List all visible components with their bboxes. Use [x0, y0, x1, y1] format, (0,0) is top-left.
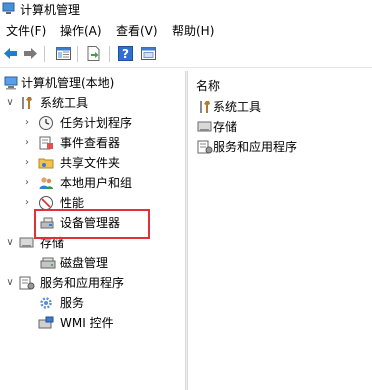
results-pane[interactable]: 名称 系统工具 存储 服务和应用程序 [188, 71, 372, 390]
tree-item-shared-folders[interactable]: › 共享文件夹 [0, 153, 185, 173]
menu-file[interactable]: 文件(F) [6, 22, 46, 39]
tree-item-services[interactable]: 服务 [0, 293, 185, 313]
storage-icon [197, 121, 212, 132]
tree-item-task-scheduler[interactable]: › 任务计划程序 [0, 113, 185, 133]
chevron-right-icon[interactable]: › [22, 133, 32, 153]
window-title: 计算机管理 [20, 3, 81, 17]
gear-icon [40, 297, 52, 309]
storage-icon [19, 237, 34, 248]
back-arrow-icon[interactable] [2, 45, 19, 62]
toolbar: ? [0, 41, 372, 68]
chevron-right-icon[interactable]: › [22, 173, 32, 193]
tree-item-label: 事件查看器 [60, 136, 121, 150]
properties-icon[interactable] [140, 45, 157, 62]
tree-item-label: 计算机管理(本地) [21, 76, 115, 90]
menu-help[interactable]: 帮助(H) [172, 22, 214, 39]
chevron-right-icon[interactable]: › [22, 193, 32, 213]
shared-folder-icon [38, 158, 54, 169]
list-item-label: 服务和应用程序 [213, 140, 298, 154]
list-item-label: 存储 [213, 120, 238, 134]
users-icon [39, 177, 53, 189]
disk-icon [40, 257, 56, 269]
services-apps-icon [197, 140, 213, 154]
tree-item-label: 本地用户和组 [60, 176, 133, 190]
chevron-right-icon[interactable]: › [22, 113, 32, 133]
tree-item-wmi[interactable]: WMI 控件 [0, 313, 185, 333]
tree-item-local-users[interactable]: › 本地用户和组 [0, 173, 185, 193]
list-item-label: 系统工具 [213, 100, 262, 114]
chevron-down-icon[interactable]: ∨ [5, 273, 15, 293]
menu-bar: 文件(F) 操作(A) 查看(V) 帮助(H) [0, 19, 372, 41]
help-icon[interactable]: ? [117, 45, 134, 62]
tools-icon [22, 97, 32, 109]
menu-action[interactable]: 操作(A) [60, 22, 102, 39]
services-apps-icon [19, 276, 35, 290]
toolbar-separator [77, 46, 78, 62]
column-header-name[interactable]: 名称 [196, 77, 220, 94]
forward-arrow-icon[interactable] [22, 45, 39, 62]
tree-item-label: 系统工具 [40, 96, 89, 110]
toolbar-separator [44, 46, 45, 62]
tree-item-root[interactable]: 计算机管理(本地) [0, 73, 185, 93]
computer-management-icon [2, 2, 15, 14]
wmi-control-icon [38, 316, 54, 329]
toolbar-separator [109, 46, 110, 62]
title-bar: 计算机管理 [0, 0, 372, 18]
tree-item-services-apps[interactable]: ∨ 服务和应用程序 [0, 273, 185, 293]
tools-icon [200, 101, 210, 113]
chevron-down-icon[interactable]: ∨ [5, 233, 15, 253]
tree-item-label: 任务计划程序 [60, 116, 133, 130]
export-list-icon[interactable] [85, 45, 102, 62]
tree-item-disk-management[interactable]: 磁盘管理 [0, 253, 185, 273]
tree-item-label: 共享文件夹 [60, 156, 121, 170]
tree-item-label: 磁盘管理 [60, 256, 109, 270]
computer-icon [4, 76, 18, 90]
clock-icon [39, 116, 53, 130]
tree-item-event-viewer[interactable]: › 事件查看器 [0, 133, 185, 153]
highlight-box [34, 209, 150, 239]
tree-item-label: 服务 [60, 296, 85, 310]
tree-item-label: 服务和应用程序 [40, 276, 125, 290]
chevron-right-icon[interactable]: › [22, 153, 32, 173]
tree-item-system-tools[interactable]: ∨ 系统工具 [0, 93, 185, 113]
svg-text:?: ? [122, 47, 129, 61]
chevron-down-icon[interactable]: ∨ [5, 93, 15, 113]
show-hide-tree-icon[interactable] [55, 45, 72, 62]
menu-view[interactable]: 查看(V) [116, 22, 158, 39]
tree-item-label: WMI 控件 [60, 316, 114, 330]
event-viewer-icon [39, 136, 53, 150]
